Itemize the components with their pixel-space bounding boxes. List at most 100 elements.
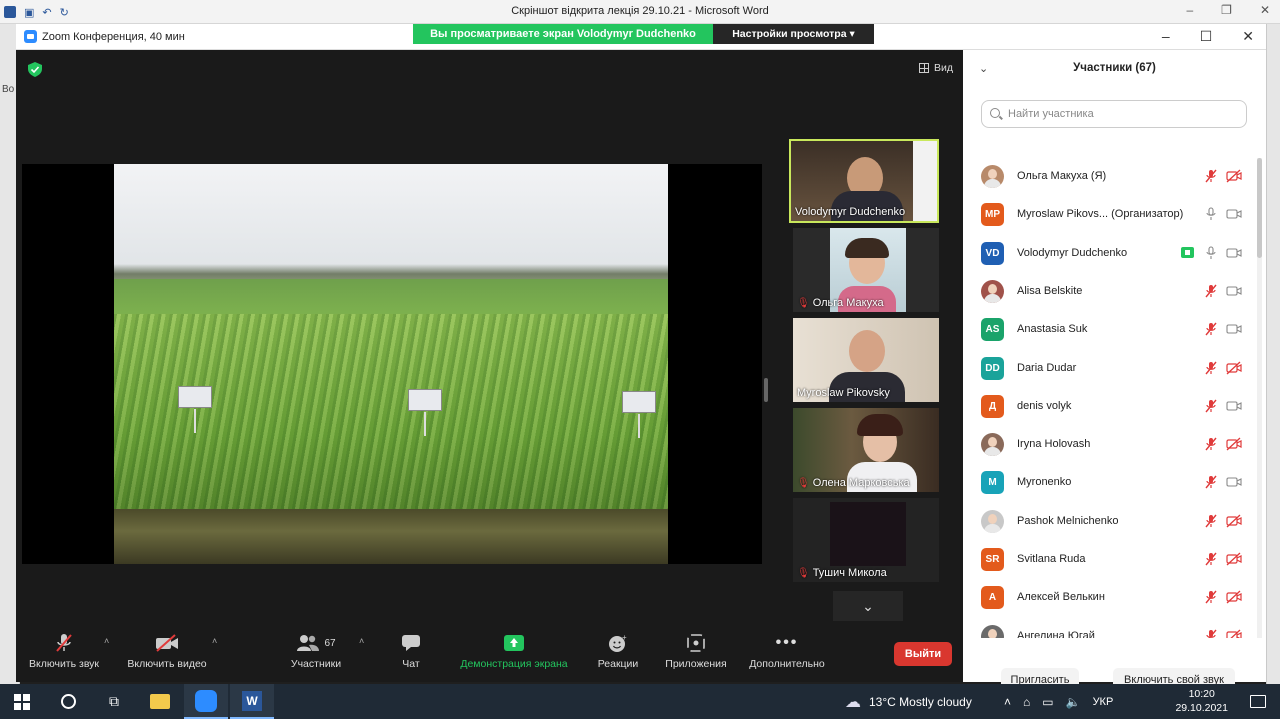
participant-hair [857, 414, 903, 436]
file-explorer-button[interactable] [138, 684, 182, 719]
participant-row[interactable]: Ангелина Югай [963, 618, 1259, 638]
leave-button[interactable]: Выйти [894, 642, 952, 666]
field-sign [408, 389, 442, 436]
participant-row[interactable]: Iryna Holovash [963, 426, 1259, 464]
participant-row[interactable]: VD Volodymyr Dudchenko [963, 235, 1259, 273]
participant-row[interactable]: A Алексей Велькин [963, 579, 1259, 617]
view-options-button[interactable]: Настройки просмотра ▾ [713, 24, 874, 44]
field-water [114, 509, 668, 564]
reactions-label: Реакции [597, 658, 639, 670]
video-thumbnail[interactable]: 🎙 Ольга Макуха [793, 228, 939, 312]
battery-icon[interactable]: ▭ [1042, 695, 1053, 709]
video-caret-icon[interactable]: ˄ [212, 636, 217, 646]
participant-row[interactable]: Alisa Belskite [963, 273, 1259, 311]
weather-text: 13°C Mostly cloudy [869, 694, 972, 709]
view-button-label: Вид [934, 62, 953, 74]
participants-panel: ⌄ Участники (67) Найти участника Ольга М… [963, 50, 1266, 692]
word-title-bar: ▣ ↶ ↻ Скріншот відкрита лекція 29.10.21 … [0, 0, 1280, 24]
participant-row[interactable]: DD Daria Dudar [963, 350, 1259, 388]
camera-off-icon [1226, 169, 1242, 183]
participants-caret-icon[interactable]: ˄ [359, 636, 364, 646]
participant-name: denis volyk [1017, 399, 1072, 412]
view-options-label: Настройки просмотра [732, 28, 847, 40]
view-button[interactable]: Вид [919, 62, 953, 74]
clock-date: 29.10.2021 [1175, 702, 1228, 714]
participant-photo [981, 433, 1004, 457]
participant-row[interactable]: Ольга Макуха (Я) [963, 158, 1259, 196]
tray-chevron-icon[interactable]: ˄ [1004, 695, 1011, 709]
participant-row[interactable]: Дdenis volyk [963, 388, 1259, 426]
mic-off-icon [1204, 322, 1218, 336]
thumbnail-name: Ольга Макуха [812, 297, 884, 309]
weather-widget[interactable]: ☁ 13°C Mostly cloudy [845, 684, 972, 719]
encryption-shield-icon[interactable] [28, 62, 42, 77]
participants-panel-title: Участники (67) [1073, 62, 1156, 74]
camera-off-icon [1226, 590, 1242, 604]
video-thumbnail[interactable]: 🎙 Тушич Микола [793, 498, 939, 582]
taskbar-clock[interactable]: 10:20 29.10.2021 [1175, 687, 1228, 715]
zoom-maximize-icon[interactable]: ☐ [1200, 28, 1213, 45]
scrollbar-thumb[interactable] [1257, 158, 1262, 258]
task-view-button[interactable]: ⧉ [92, 684, 136, 719]
participant-row[interactable]: SR Svitlana Ruda [963, 541, 1259, 579]
search-placeholder: Найти участника [1008, 108, 1094, 120]
participant-photo [981, 509, 1004, 533]
participant-row[interactable]: MP Myroslaw Pikovs... (Организатор) [963, 196, 1259, 234]
video-thumbnail[interactable]: Myroslaw Pikovsky [793, 318, 939, 402]
mic-icon [1204, 207, 1218, 221]
zoom-logo-icon [24, 30, 37, 43]
start-button[interactable] [0, 684, 44, 719]
zoom-taskbar-button[interactable] [184, 684, 228, 719]
thumbnail-name: Тушич Микола [812, 567, 887, 579]
video-thumbnail[interactable]: 🎙 Олена Марковська [793, 408, 939, 492]
apps-label: Приложения [665, 658, 727, 670]
search-circle-icon [60, 694, 76, 709]
notifications-button[interactable] [1236, 684, 1280, 719]
video-thumbnail[interactable]: Volodymyr Dudchenko [789, 139, 939, 223]
field-crop-far [114, 279, 668, 319]
participant-name: Alisa Belskite [1017, 284, 1083, 297]
camera-off-icon [1226, 514, 1242, 528]
word-close-icon[interactable]: ✕ [1260, 3, 1270, 17]
search-participant-input[interactable]: Найти участника [981, 100, 1247, 128]
word-right-scrollbar[interactable] [1266, 24, 1280, 684]
apps-button[interactable]: Приложения [661, 632, 731, 670]
chat-button[interactable]: Чат [391, 632, 431, 670]
participant-row[interactable]: AS Anastasia Suk [963, 311, 1259, 349]
participants-count: 67 [324, 637, 336, 649]
mic-icon [1204, 246, 1218, 260]
split-handle[interactable] [764, 378, 768, 402]
windows-taskbar: ⧉ W ☁ 13°C Mostly cloudy ˄ ⌂ ▭ 🔈 УКР 10:… [0, 684, 1280, 719]
zoom-close-icon[interactable]: ✕ [1242, 28, 1254, 45]
more-thumbnails-button[interactable]: ⌄ [833, 591, 903, 621]
camera-icon [1226, 284, 1242, 298]
participants-scrollbar[interactable] [1257, 158, 1262, 638]
unmute-button[interactable]: Включить звук ˄ [24, 632, 109, 670]
word-app-icon: W [242, 690, 262, 711]
participant-name: Anastasia Suk [1017, 323, 1088, 336]
share-screen-button[interactable]: Демонстрация экрана [454, 632, 574, 670]
thumbnail-name: Volodymyr Dudchenko [795, 206, 906, 218]
search-taskbar-button[interactable] [46, 684, 90, 719]
word-side-text: Во [2, 84, 15, 95]
speaker-icon[interactable]: 🔈 [1066, 695, 1081, 709]
thumbnail-label: Myroslaw Pikovsky [797, 387, 890, 399]
camera-off-icon [1226, 552, 1242, 566]
zoom-minimize-icon[interactable]: – [1162, 28, 1170, 45]
network-icon[interactable]: ⌂ [1023, 695, 1030, 709]
participant-row[interactable]: Pashok Melnichenko [963, 503, 1259, 541]
word-minimize-icon[interactable]: – [1186, 3, 1193, 17]
reactions-button[interactable]: + Реакции [592, 632, 644, 670]
participant-row[interactable]: M Myronenko [963, 464, 1259, 502]
word-taskbar-button[interactable]: W [230, 684, 274, 719]
more-button[interactable]: ••• Дополнительно [744, 632, 830, 670]
more-dots-icon: ••• [775, 634, 799, 651]
language-indicator[interactable]: УКР [1093, 696, 1114, 708]
word-maximize-icon[interactable]: ❐ [1221, 3, 1232, 17]
audio-caret-icon[interactable]: ˄ [104, 636, 109, 646]
participant-name: Svitlana Ruda [1017, 553, 1086, 565]
start-video-button[interactable]: Включить видео ˄ [122, 632, 217, 670]
participants-button[interactable]: 67 Участники ˄ [281, 632, 364, 670]
share-screen-icon [454, 632, 574, 654]
sharing-indicator-icon [1181, 246, 1194, 258]
